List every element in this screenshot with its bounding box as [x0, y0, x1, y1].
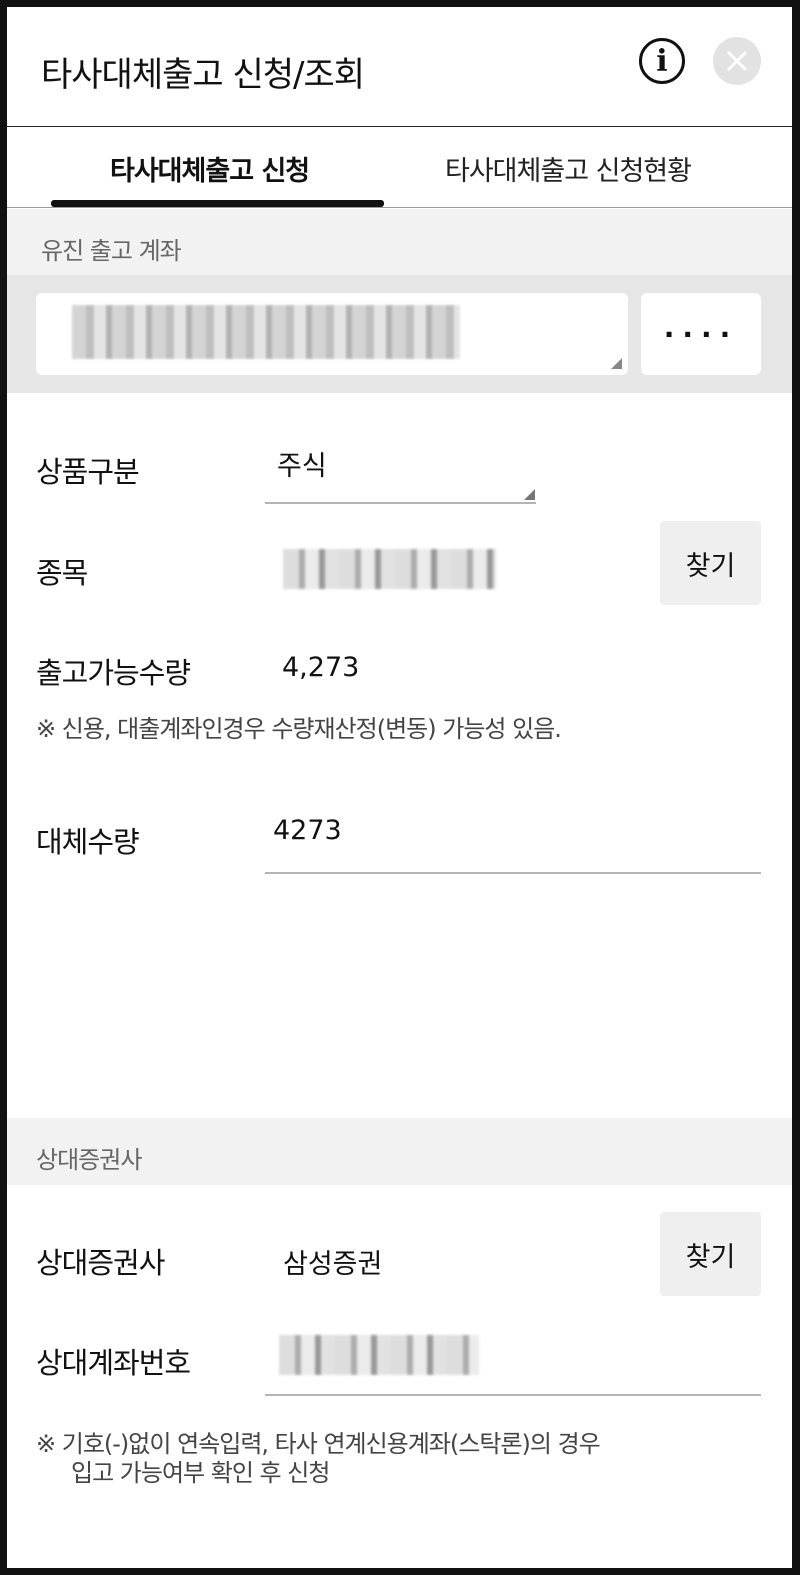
account-no-underline: [265, 1394, 761, 1396]
account-section-label: 유진 출고 계좌: [41, 237, 182, 265]
broker-find-button[interactable]: 찾기: [660, 1212, 761, 1296]
account-select[interactable]: [36, 293, 628, 375]
tab-bar: 타사대체출고 신청 타사대체출고 신청현황: [7, 127, 792, 208]
account-no-label: 상대계좌번호: [36, 1346, 191, 1380]
broker-value: 삼성증권: [283, 1249, 383, 1280]
dropdown-triangle-icon: [611, 358, 622, 369]
product-type-underline: [265, 502, 536, 504]
product-type-label: 상품구분: [36, 455, 140, 489]
info-icon[interactable]: i: [639, 38, 685, 84]
active-tab-indicator: [51, 200, 384, 207]
page-title: 타사대체출고 신청/조회: [41, 55, 365, 95]
tab-transfer-status[interactable]: 타사대체출고 신청현황: [445, 149, 692, 188]
app-frame: 타사대체출고 신청/조회 i 타사대체출고 신청 타사대체출고 신청현황 유진 …: [7, 7, 792, 1568]
close-icon: [726, 50, 748, 72]
input-note-line2: 입고 가능여부 확인 후 신청: [71, 1459, 330, 1487]
account-row: ····: [7, 275, 792, 393]
input-note-line1: ※ 기호(-)없이 연속입력, 타사 연계신용계좌(스탁론)의 경우: [36, 1430, 601, 1458]
available-qty-label: 출고가능수량: [36, 656, 191, 690]
available-qty-value: 4,273: [282, 652, 360, 683]
broker-label: 상대증권사: [36, 1246, 165, 1280]
transfer-qty-input[interactable]: 4273: [273, 815, 342, 846]
close-button[interactable]: [713, 37, 761, 85]
product-type-value[interactable]: 주식: [277, 444, 327, 483]
counterparty-section-header: 상대증권사: [7, 1118, 792, 1185]
credit-account-note: ※ 신용, 대출계좌인경우 수량재산정(변동) 가능성 있음.: [36, 715, 562, 743]
more-button[interactable]: ····: [641, 293, 761, 375]
transfer-qty-label: 대체수량: [36, 825, 140, 859]
tab-transfer-request[interactable]: 타사대체출고 신청: [110, 149, 310, 188]
product-type-dropdown-icon: [524, 489, 535, 500]
header: 타사대체출고 신청/조회 i: [7, 7, 792, 127]
transfer-qty-underline: [265, 872, 761, 874]
account-no-masked[interactable]: [279, 1335, 479, 1375]
account-section-header: 유진 출고 계좌: [7, 209, 792, 275]
account-number-masked: [72, 305, 460, 359]
item-find-button[interactable]: 찾기: [660, 521, 761, 605]
counterparty-section-label: 상대증권사: [36, 1146, 142, 1174]
item-name-masked[interactable]: [283, 549, 496, 589]
item-label: 종목: [36, 556, 88, 590]
